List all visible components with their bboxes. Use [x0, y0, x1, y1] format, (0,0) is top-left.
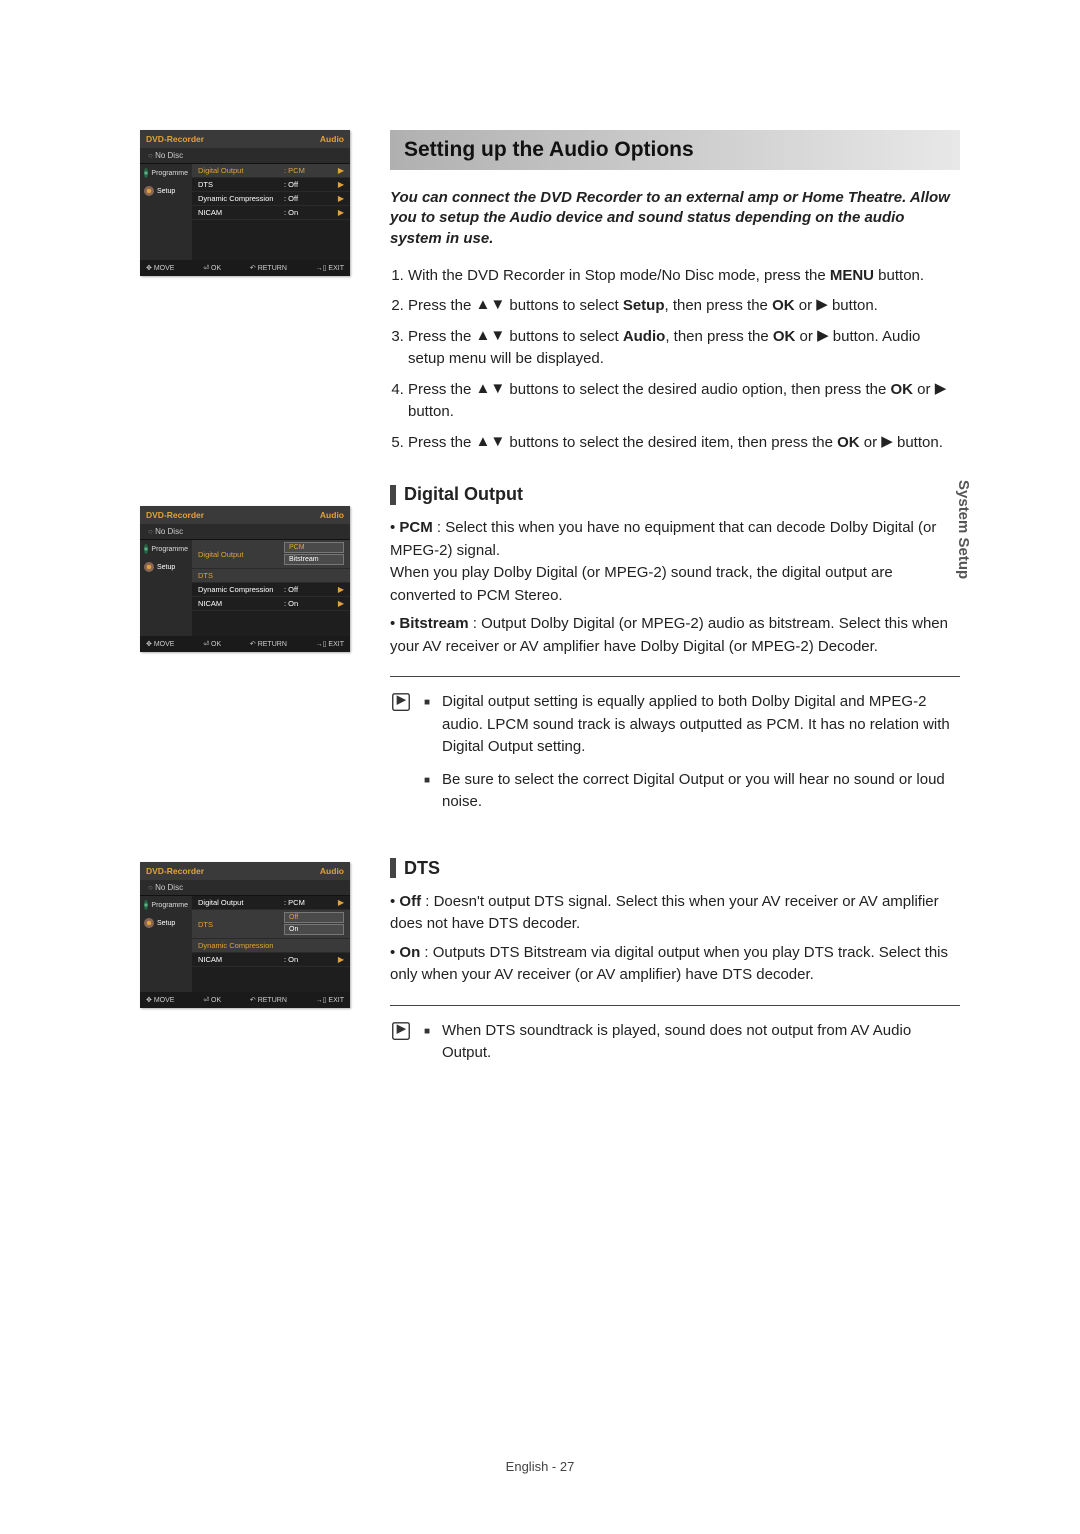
footer-move: ✥ MOVE	[146, 264, 174, 272]
step-1: With the DVD Recorder in Stop mode/No Di…	[408, 265, 960, 288]
dd-option-on: On	[284, 924, 344, 935]
dd-option-off: Off	[284, 912, 344, 923]
osd-status: No Disc	[140, 148, 350, 164]
step-2: Press the ▲▼ buttons to select Setup, th…	[408, 295, 960, 318]
step-4: Press the ▲▼ buttons to select the desir…	[408, 379, 960, 424]
osd-menu-dts-dropdown: DVD-RecorderAudio No Disc Programme Setu…	[140, 862, 350, 1008]
chevron-right-icon: ▶	[334, 166, 344, 175]
section-head-dts: DTS	[390, 858, 960, 879]
osd-row-dts: DTS: Off▶	[192, 178, 350, 192]
footer-exit: →▯ EXIT	[316, 264, 344, 272]
section-bar-icon	[390, 485, 396, 505]
osd-menu-audio-base: DVD-Recorder Audio No Disc Programme Set…	[140, 130, 350, 276]
footer-return: ↶ RETURN	[250, 264, 287, 272]
note-item: Be sure to select the correct Digital Ou…	[442, 769, 960, 814]
chevron-right-icon: ▶	[334, 194, 344, 203]
note-item: When DTS soundtrack is played, sound doe…	[442, 1020, 960, 1065]
note-item: Digital output setting is equally applie…	[442, 691, 960, 759]
page-footer: English - 27	[0, 1459, 1080, 1474]
gear-icon	[144, 186, 154, 196]
footer-ok: ⏎ OK	[203, 264, 221, 272]
chevron-right-icon: ▶	[334, 208, 344, 217]
osd-row-dts: DTS Off On	[192, 910, 350, 939]
step-3: Press the ▲▼ buttons to select Audio, th…	[408, 326, 960, 371]
dts-body: • Off : Doesn't output DTS signal. Selec…	[390, 891, 960, 987]
osd-side-programme: Programme	[140, 164, 192, 182]
intro-text: You can connect the DVD Recorder to an e…	[390, 188, 960, 249]
side-tab: System Setup	[955, 480, 972, 579]
osd-title-right: Audio	[320, 134, 344, 144]
dd-option-bitstream: Bitstream	[284, 554, 344, 565]
osd-dropdown-dts: Off On	[284, 912, 344, 936]
digital-body: • PCM : Select this when you have no equ…	[390, 517, 960, 658]
osd-row-nicam: NICAM: On▶	[192, 206, 350, 220]
step-5: Press the ▲▼ buttons to select the desir…	[408, 432, 960, 455]
steps-list: With the DVD Recorder in Stop mode/No Di…	[390, 265, 960, 455]
note-icon	[390, 1018, 410, 1075]
note-digital: Digital output setting is equally applie…	[390, 676, 960, 824]
osd-column: DVD-Recorder Audio No Disc Programme Set…	[140, 130, 350, 1108]
osd-menu-digital-dropdown: DVD-RecorderAudio No Disc Programme Setu…	[140, 506, 350, 652]
section-head-digital: Digital Output	[390, 484, 960, 505]
page-title: Setting up the Audio Options	[390, 130, 960, 170]
chevron-right-icon: ▶	[334, 180, 344, 189]
osd-row-digital-output: Digital Output PCM Bitstream	[192, 540, 350, 569]
note-icon	[390, 689, 410, 824]
note-dts: When DTS soundtrack is played, sound doe…	[390, 1005, 960, 1075]
dd-option-pcm: PCM	[284, 542, 344, 553]
osd-row-dynamic: Dynamic Compression: Off▶	[192, 192, 350, 206]
play-icon: ▶	[816, 294, 828, 317]
osd-row-digital-output: Digital Output: PCM▶	[192, 164, 350, 178]
osd-side-setup: Setup	[140, 182, 192, 200]
plus-icon	[144, 168, 148, 178]
osd-dropdown-digital: PCM Bitstream	[284, 542, 344, 566]
osd-footer: ✥ MOVE ⏎ OK ↶ RETURN →▯ EXIT	[140, 260, 350, 276]
up-down-icon: ▲▼	[476, 294, 506, 317]
section-bar-icon	[390, 858, 396, 878]
osd-title-left: DVD-Recorder	[146, 134, 204, 144]
